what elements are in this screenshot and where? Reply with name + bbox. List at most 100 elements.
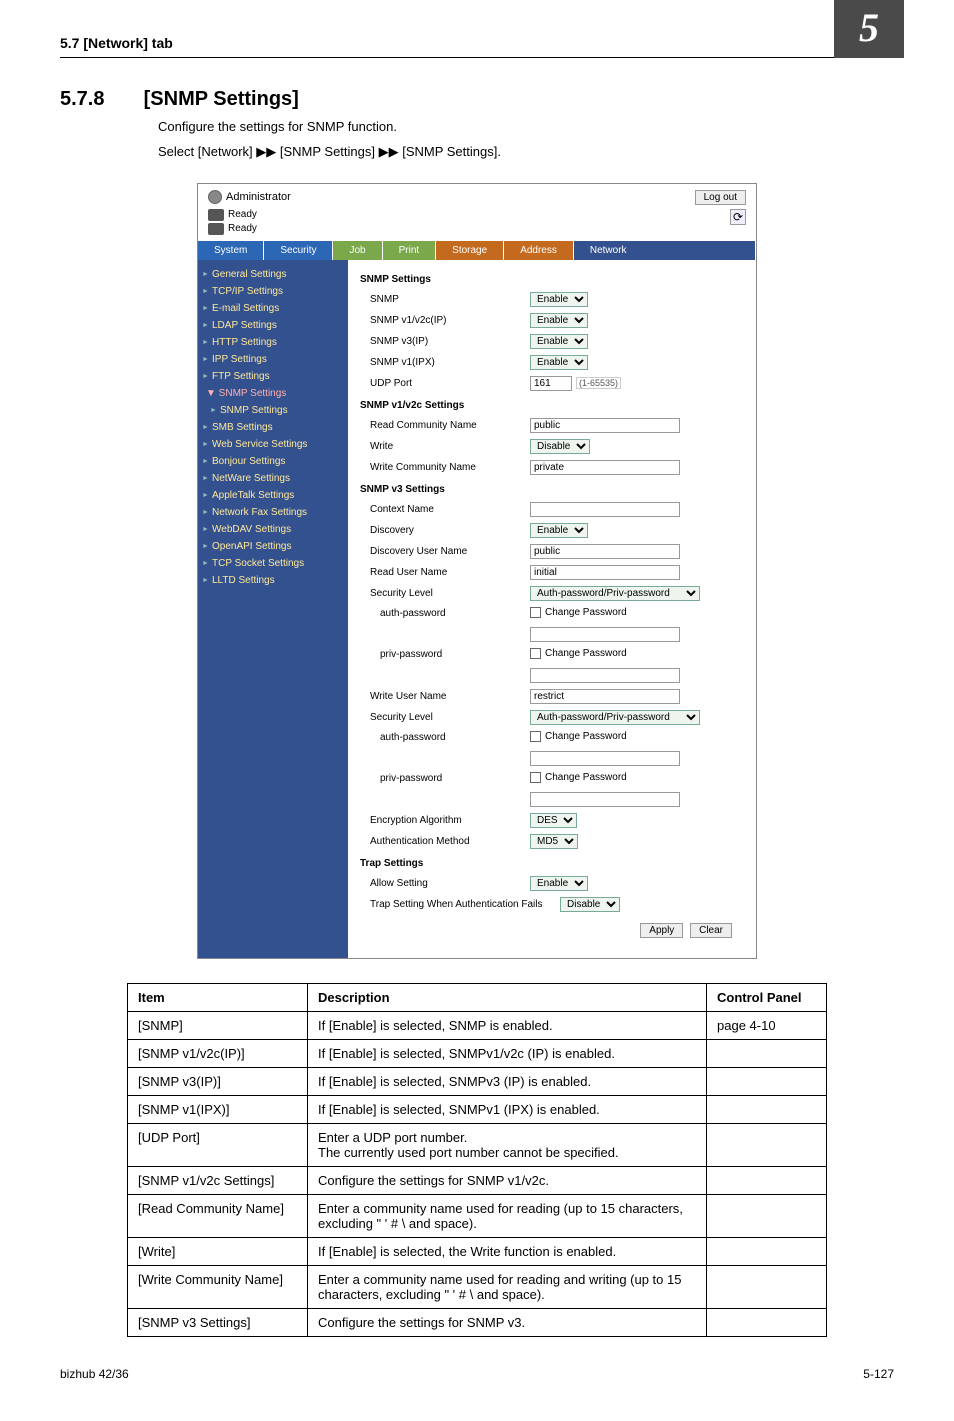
select-sec-level2[interactable]: Auth-password/Priv-password bbox=[530, 710, 700, 725]
lbl-snmp: SNMP bbox=[360, 294, 530, 305]
lbl-v1ipx: SNMP v1(IPX) bbox=[360, 357, 530, 368]
table-row: [SNMP v1(IPX)]If [Enable] is selected, S… bbox=[128, 1095, 827, 1123]
input-disc-user[interactable] bbox=[530, 544, 680, 559]
sidebar-item-ftp[interactable]: FTP Settings bbox=[198, 368, 348, 385]
input-context[interactable] bbox=[530, 502, 680, 517]
shot-titlebar: Administrator Log out bbox=[198, 184, 756, 207]
table-row: [UDP Port]Enter a UDP port number. The c… bbox=[128, 1123, 827, 1166]
sidebar-item-tcpip[interactable]: TCP/IP Settings bbox=[198, 283, 348, 300]
chk-privpw2[interactable] bbox=[530, 772, 541, 783]
tab-system[interactable]: System bbox=[198, 241, 264, 260]
chk-privpw[interactable] bbox=[530, 648, 541, 659]
select-v1ipx[interactable]: Enable bbox=[530, 355, 588, 370]
tab-storage[interactable]: Storage bbox=[436, 241, 504, 260]
sidebar-item-email[interactable]: E-mail Settings bbox=[198, 300, 348, 317]
sidebar-item-general[interactable]: General Settings bbox=[198, 266, 348, 283]
sidebar-item-smb[interactable]: SMB Settings bbox=[198, 419, 348, 436]
sidebar-item-appletalk[interactable]: AppleTalk Settings bbox=[198, 487, 348, 504]
select-authm[interactable]: MD5 bbox=[530, 834, 578, 849]
tab-print[interactable]: Print bbox=[383, 241, 437, 260]
th-desc: Description bbox=[308, 983, 707, 1011]
chk-authpw2[interactable] bbox=[530, 731, 541, 742]
apply-button[interactable]: Apply bbox=[640, 923, 683, 938]
sidebar-item-lltd[interactable]: LLTD Settings bbox=[198, 572, 348, 589]
input-privpw[interactable] bbox=[530, 668, 680, 683]
page-footer: bizhub 42/36 5-127 bbox=[60, 1367, 894, 1381]
cell-cp bbox=[707, 1194, 827, 1237]
sidebar-group-snmp: ▼ SNMP Settings bbox=[198, 385, 348, 402]
sidebar-item-netware[interactable]: NetWare Settings bbox=[198, 470, 348, 487]
lbl-udp-port: UDP Port bbox=[360, 378, 530, 389]
cell-item: [SNMP v1/v2c Settings] bbox=[128, 1166, 308, 1194]
status-ready-2: Ready bbox=[228, 223, 257, 234]
tab-security[interactable]: Security bbox=[264, 241, 333, 260]
description-table: Item Description Control Panel [SNMP]If … bbox=[127, 983, 827, 1337]
sidebar-item-webdav[interactable]: WebDAV Settings bbox=[198, 521, 348, 538]
input-write-user[interactable] bbox=[530, 689, 680, 704]
section-number: 5.7.8 bbox=[60, 88, 140, 111]
chk-privpw2-label: Change Password bbox=[545, 772, 627, 783]
chk-privpw-label: Change Password bbox=[545, 648, 627, 659]
section-heading: 5.7.8 [SNMP Settings] bbox=[60, 88, 894, 111]
select-sec-level[interactable]: Auth-password/Priv-password bbox=[530, 586, 700, 601]
input-read-user[interactable] bbox=[530, 565, 680, 580]
chk-authpw-label: Change Password bbox=[545, 607, 627, 618]
sidebar-item-netfax[interactable]: Network Fax Settings bbox=[198, 504, 348, 521]
lbl-write: Write bbox=[360, 441, 530, 452]
input-write-comm[interactable] bbox=[530, 460, 680, 475]
cell-desc: Enter a community name used for reading … bbox=[308, 1194, 707, 1237]
content-pane: SNMP Settings SNMPEnable SNMP v1/v2c(IP)… bbox=[348, 260, 756, 958]
input-privpw2[interactable] bbox=[530, 792, 680, 807]
logout-button[interactable]: Log out bbox=[695, 190, 746, 205]
select-discovery[interactable]: Enable bbox=[530, 523, 588, 538]
sidebar-item-ldap[interactable]: LDAP Settings bbox=[198, 317, 348, 334]
select-allow[interactable]: Enable bbox=[530, 876, 588, 891]
select-v3ip[interactable]: Enable bbox=[530, 334, 588, 349]
th-item: Item bbox=[128, 983, 308, 1011]
clear-button[interactable]: Clear bbox=[690, 923, 732, 938]
admin-label: Administrator bbox=[208, 190, 291, 204]
cell-cp bbox=[707, 1308, 827, 1336]
input-read-comm[interactable] bbox=[530, 418, 680, 433]
sidebar-item-tcpsocket[interactable]: TCP Socket Settings bbox=[198, 555, 348, 572]
cell-cp bbox=[707, 1237, 827, 1265]
table-row: [Read Community Name]Enter a community n… bbox=[128, 1194, 827, 1237]
sidebar-item-http[interactable]: HTTP Settings bbox=[198, 334, 348, 351]
cell-cp: page 4-10 bbox=[707, 1011, 827, 1039]
sidebar-item-bonjour[interactable]: Bonjour Settings bbox=[198, 453, 348, 470]
table-row: [Write]If [Enable] is selected, the Writ… bbox=[128, 1237, 827, 1265]
refresh-button[interactable]: ⟳ bbox=[730, 209, 746, 225]
select-v1v2cip[interactable]: Enable bbox=[530, 313, 588, 328]
cell-desc: If [Enable] is selected, SNMPv3 (IP) is … bbox=[308, 1067, 707, 1095]
select-encalg[interactable]: DES bbox=[530, 813, 577, 828]
lbl-allow: Allow Setting bbox=[360, 878, 530, 889]
tab-address[interactable]: Address bbox=[504, 241, 574, 260]
select-write[interactable]: Disable bbox=[530, 439, 590, 454]
sidebar-item-webservice[interactable]: Web Service Settings bbox=[198, 436, 348, 453]
cell-cp bbox=[707, 1039, 827, 1067]
select-trapfail[interactable]: Disable bbox=[560, 897, 620, 912]
cell-item: [SNMP] bbox=[128, 1011, 308, 1039]
cell-cp bbox=[707, 1123, 827, 1166]
cell-desc: If [Enable] is selected, the Write funct… bbox=[308, 1237, 707, 1265]
hint-udp-range: (1-65535) bbox=[576, 377, 621, 389]
cell-cp bbox=[707, 1265, 827, 1308]
sidebar-item-snmp-settings[interactable]: SNMP Settings bbox=[198, 402, 348, 419]
footer-left: bizhub 42/36 bbox=[60, 1367, 129, 1381]
printer-icon bbox=[208, 209, 224, 221]
section-title: [SNMP Settings] bbox=[144, 88, 299, 111]
input-authpw[interactable] bbox=[530, 627, 680, 642]
lbl-encalg: Encryption Algorithm bbox=[360, 815, 530, 826]
tab-network[interactable]: Network bbox=[574, 241, 756, 260]
input-authpw2[interactable] bbox=[530, 751, 680, 766]
chk-authpw[interactable] bbox=[530, 607, 541, 618]
cell-desc: If [Enable] is selected, SNMPv1 (IPX) is… bbox=[308, 1095, 707, 1123]
sidebar-item-ipp[interactable]: IPP Settings bbox=[198, 351, 348, 368]
input-udp-port[interactable] bbox=[530, 376, 572, 391]
sidebar-item-openapi[interactable]: OpenAPI Settings bbox=[198, 538, 348, 555]
select-snmp[interactable]: Enable bbox=[530, 292, 588, 307]
table-row: [Write Community Name]Enter a community … bbox=[128, 1265, 827, 1308]
tab-job[interactable]: Job bbox=[333, 241, 382, 260]
lbl-authpw: auth-password bbox=[360, 608, 530, 619]
group-v1v2c: SNMP v1/v2c Settings bbox=[360, 400, 744, 411]
